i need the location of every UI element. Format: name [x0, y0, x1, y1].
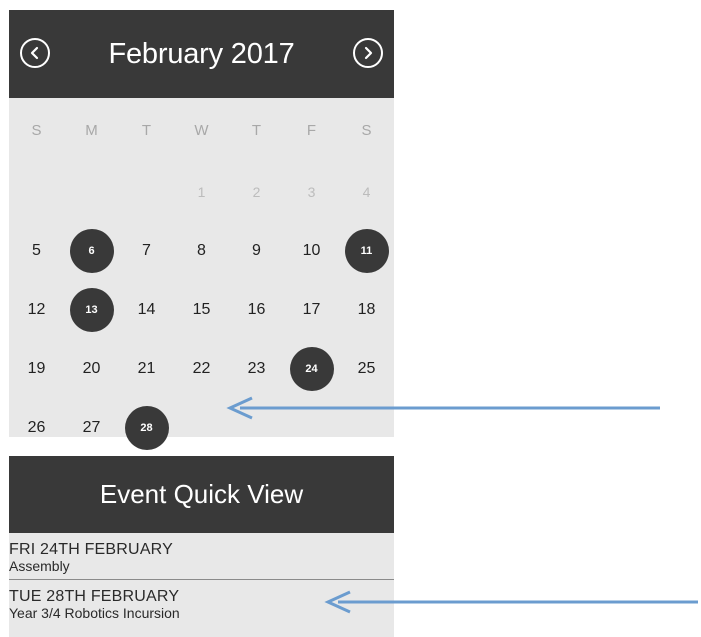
annotation-arrows	[226, 396, 698, 614]
arrow-to-last-event	[324, 590, 698, 614]
arrow-to-calendar-end	[226, 396, 660, 420]
